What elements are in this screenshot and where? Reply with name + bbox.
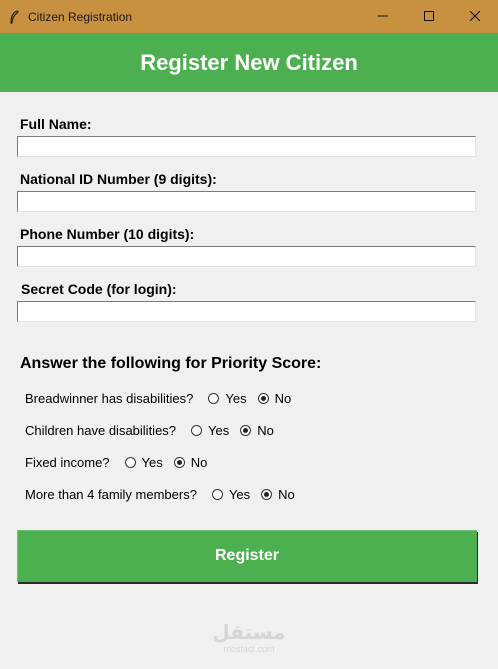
page-title: Register New Citizen [140,49,358,75]
radio-yes[interactable]: Yes [124,454,163,470]
radio-yes[interactable]: Yes [208,390,247,406]
radio-yes-label: Yes [225,390,247,406]
priority-heading: Answer the following for Priority Score: [20,355,322,372]
watermark-sub-text: mostaql.com [223,644,275,654]
question-label: Fixed income? [25,454,110,470]
maximize-icon [424,8,434,26]
radio-yes-indicator [124,456,136,468]
radio-yes-label: Yes [228,486,251,502]
radio-no[interactable]: No [240,423,274,438]
question-label: Children have disabilities? [25,422,177,438]
watermark-logo: مستقل mostaql.com [0,622,498,654]
radio-no[interactable]: No [257,390,292,406]
radio-no[interactable]: No [173,454,208,470]
question-label: Breadwinner has disabilities? [25,390,194,406]
national-id-input[interactable] [17,191,476,212]
radio-yes[interactable]: Yes [211,486,251,502]
radio-no-indicator [240,424,252,436]
feather-icon [8,9,20,24]
minimize-button[interactable] [360,0,406,33]
radio-yes-label: Yes [208,422,230,438]
radio-no-indicator [261,488,273,500]
radio-no[interactable]: No [261,487,295,502]
radio-yes-indicator [211,488,223,500]
radio-no-label: No [278,486,295,502]
radio-yes-indicator [208,392,220,404]
radio-yes-label: Yes [141,454,163,470]
phone-number-label: Phone Number (10 digits): [20,226,195,242]
question-row-fixed-income: Fixed income? Yes No [25,453,218,471]
radio-no-indicator [173,456,185,468]
maximize-button[interactable] [406,0,452,33]
radio-no-label: No [274,390,292,406]
question-row-children: Children have disabilities? Yes No [25,421,285,439]
minimize-icon [378,8,388,26]
radio-yes[interactable]: Yes [191,423,229,438]
window-title: Citizen Registration [28,9,133,24]
page-header: Register New Citizen [0,33,498,92]
full-name-input[interactable] [17,136,476,157]
question-row-breadwinner: Breadwinner has disabilities? Yes No [25,389,302,407]
close-button[interactable] [452,0,498,33]
window-titlebar: Citizen Registration [0,0,498,33]
close-icon [469,8,481,26]
radio-yes-indicator [191,424,203,436]
full-name-label: Full Name: [20,116,92,132]
radio-no-label: No [257,422,274,438]
national-id-label: National ID Number (9 digits): [20,171,217,187]
watermark-main-text: مستقل [212,622,286,644]
question-label: More than 4 family members? [25,486,197,502]
radio-no-indicator [257,392,269,404]
secret-code-label: Secret Code (for login): [21,281,177,297]
phone-number-input[interactable] [17,246,476,267]
question-row-family-size: More than 4 family members? Yes No [25,485,306,503]
radio-no-label: No [190,454,208,470]
register-button[interactable]: Register [17,530,477,582]
secret-code-input[interactable] [17,301,476,322]
